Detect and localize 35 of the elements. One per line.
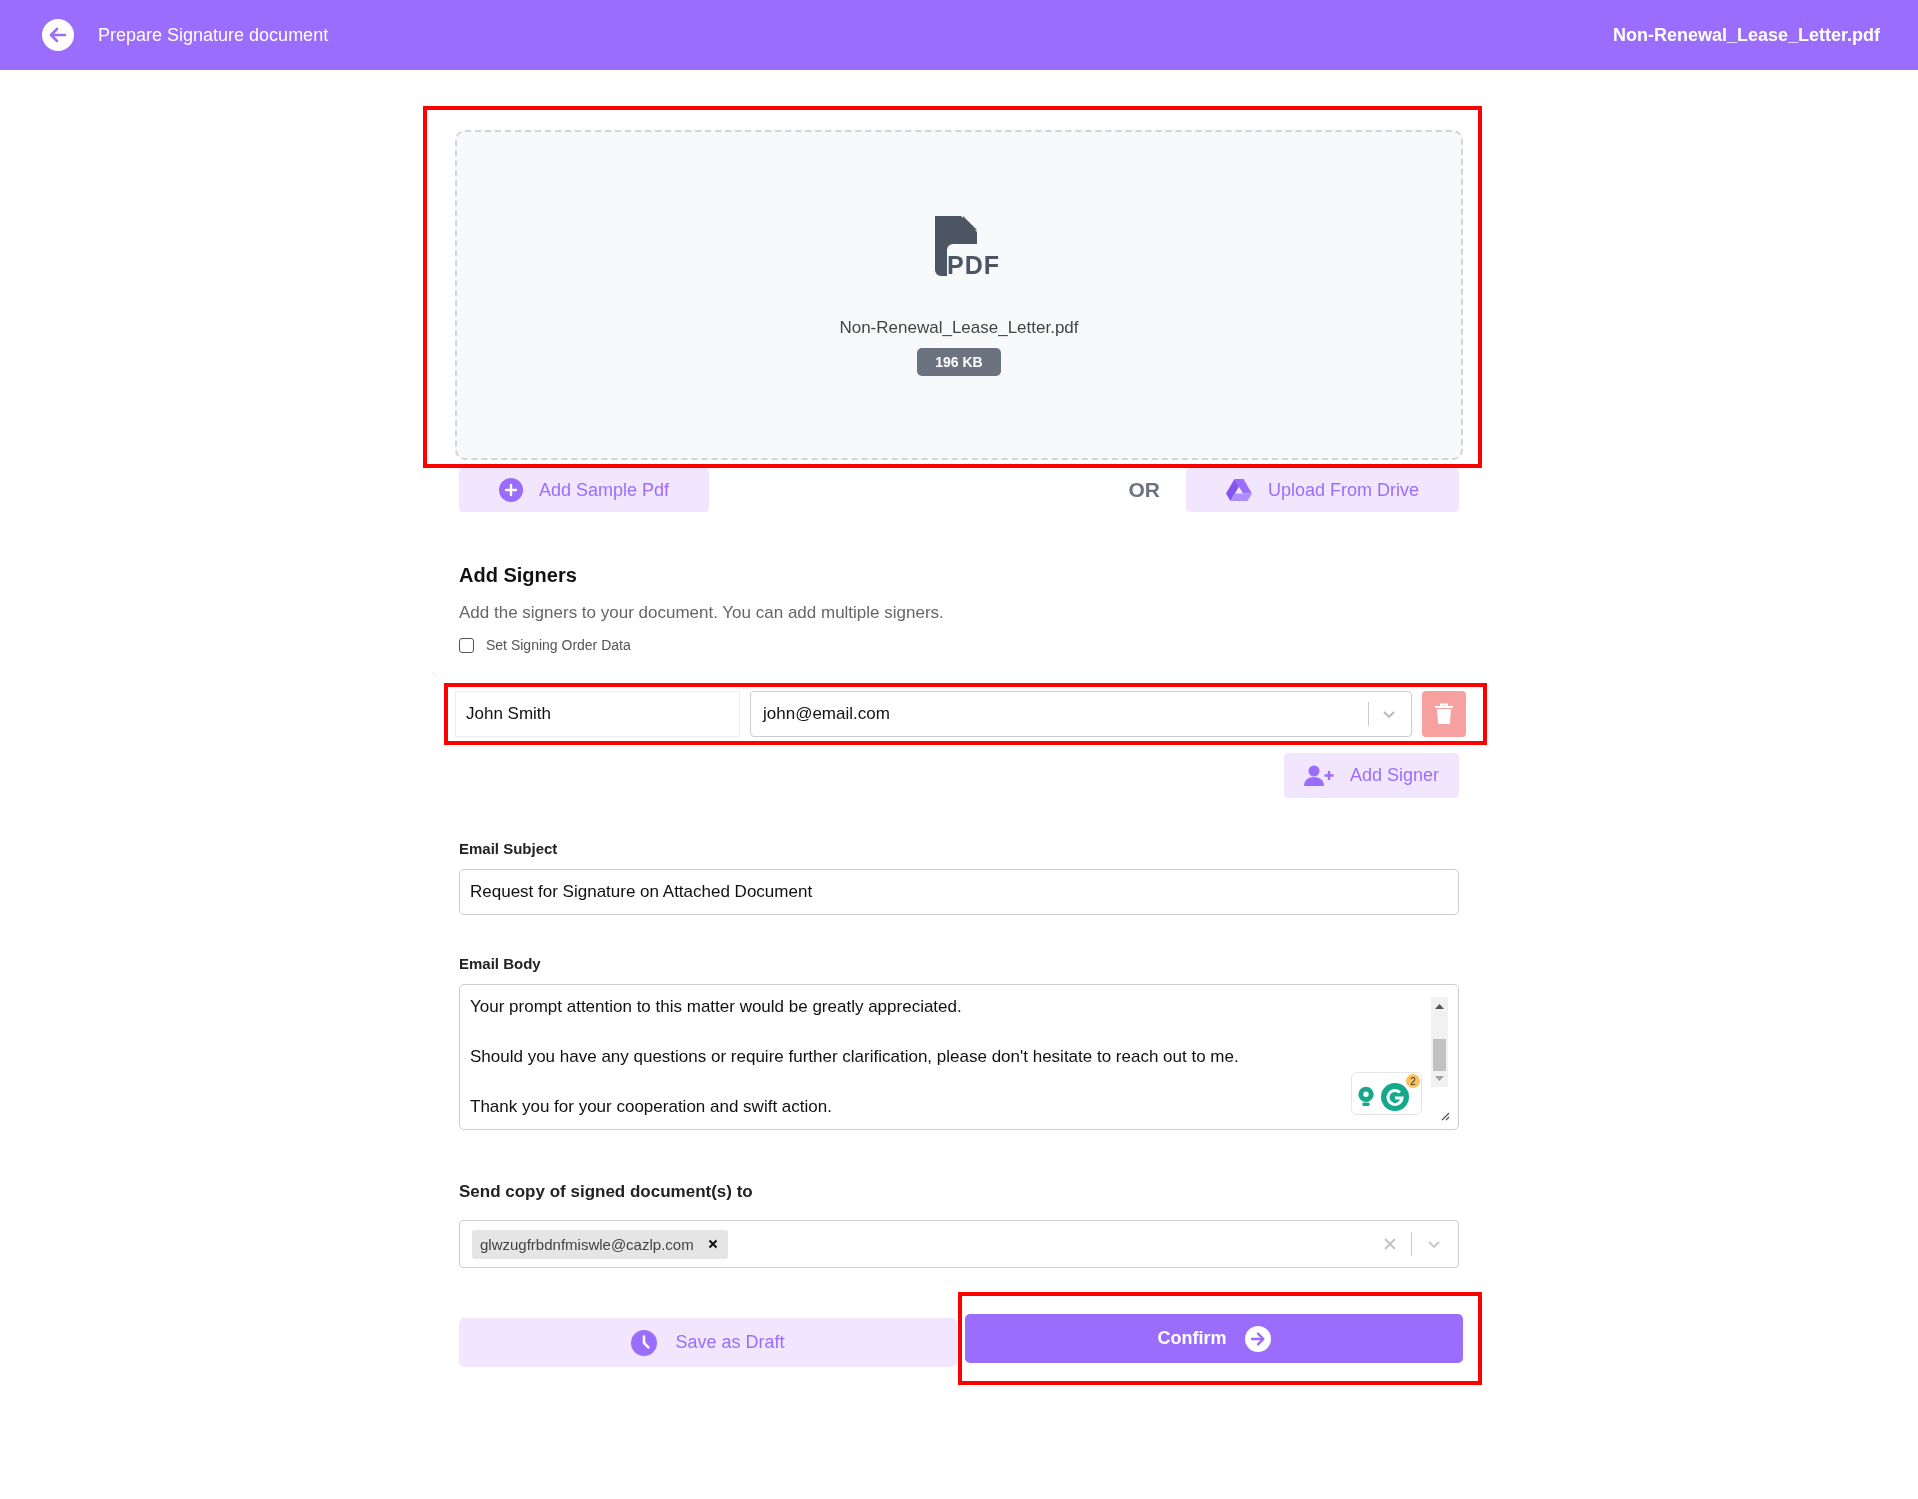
notification-badge: 2 — [1406, 1074, 1420, 1088]
confirm-button[interactable]: Confirm — [965, 1314, 1463, 1363]
arrow-right-icon — [1244, 1325, 1271, 1352]
email-subject-field[interactable]: Request for Signature on Attached Document — [459, 869, 1459, 915]
field-label: Email Body — [459, 955, 542, 972]
writing-assistant-widget[interactable]: 2 — [1351, 1072, 1422, 1115]
user-plus-icon — [1303, 764, 1334, 787]
lightbulb-icon — [1357, 1086, 1375, 1108]
trash-icon — [1434, 703, 1454, 725]
section-description: Add the signers to your document. You can add multiple signers. — [459, 603, 945, 623]
checkbox[interactable] — [459, 637, 474, 653]
field-label: Send copy of signed document(s) to — [459, 1182, 754, 1202]
file-name: Non-Renewal_Lease_Letter.pdf — [1612, 24, 1880, 46]
file-type-label: PDF — [947, 253, 1000, 278]
signer-name-field[interactable]: John Smith — [455, 691, 740, 737]
email-body-field[interactable]: Your prompt attention to this matter would be greatly appreciated. Should you have any questions or require further clarification, please don't hesitate to reach out to me. Thank you for your cooperation and swift action. 2 — [459, 984, 1459, 1130]
recipient-select[interactable]: glwzugfrbdnfmiswle@cazlp.com — [459, 1220, 1459, 1268]
email-tag: glwzugfrbdnfmiswle@cazlp.com — [472, 1229, 728, 1259]
triangle-logo-icon — [1225, 479, 1252, 501]
field-label: Email Subject — [459, 840, 559, 857]
page-title: Prepare Signature document — [98, 24, 329, 46]
section-heading: Add Signers — [459, 564, 578, 587]
file-size-badge: 196 KB — [917, 348, 1001, 376]
clock-icon — [631, 1329, 658, 1356]
checkbox-label: Set Signing Order Data — [486, 637, 631, 653]
uploaded-file-name: Non-Renewal_Lease_Letter.pdf — [839, 318, 1079, 338]
or-separator: OR — [1128, 478, 1160, 502]
back-icon[interactable] — [42, 19, 74, 51]
drop-zone[interactable]: PDF Non-Renewal_Lease_Letter.pdf 196 KB — [455, 130, 1463, 460]
signer-email-dropdown[interactable]: john@email.com — [750, 691, 1412, 737]
remove-icon[interactable] — [707, 1239, 718, 1249]
plus-circle-icon — [499, 478, 523, 502]
delete-button[interactable] — [1422, 691, 1466, 737]
resize-handle-icon[interactable] — [1440, 1111, 1450, 1121]
g-logo-icon — [1381, 1083, 1409, 1111]
